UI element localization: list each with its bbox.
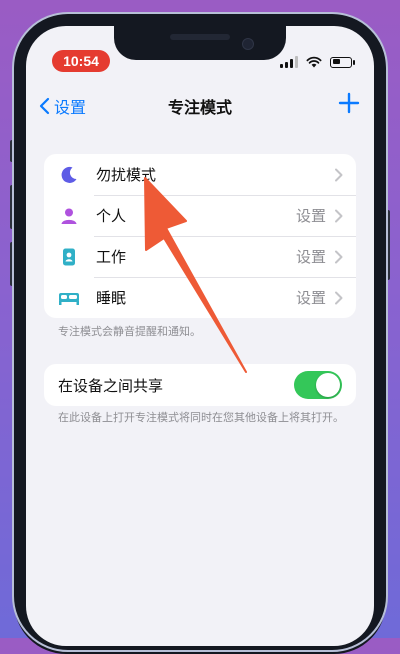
status-indicators [280, 54, 355, 70]
navigation-bar: 设置 专注模式 [26, 86, 374, 126]
cellular-signal-icon [280, 56, 298, 68]
chevron-right-icon [335, 168, 343, 181]
speaker-grille [170, 34, 230, 40]
share-toggle[interactable] [294, 371, 342, 399]
status-time[interactable]: 10:54 [52, 50, 110, 72]
notch [114, 26, 286, 60]
chevron-right-icon [335, 291, 343, 304]
focus-mode-personal[interactable]: 个人 设置 [44, 195, 356, 236]
focus-mode-do-not-disturb[interactable]: 勿扰模式 [44, 154, 356, 195]
chevron-right-icon [335, 250, 343, 263]
add-focus-button[interactable] [334, 88, 364, 118]
focus-mode-value: 设置 [295, 289, 326, 307]
focus-mode-label: 勿扰模式 [96, 166, 157, 184]
phone-screen: 10:54 设置 专注模式 勿扰模式 个人 设置 工作 设置 睡眠 设置 专注模… [26, 26, 374, 646]
share-across-devices-group: 在设备之间共享 [44, 364, 356, 406]
toggle-knob [316, 373, 340, 397]
front-camera-icon [242, 38, 254, 50]
id-badge-icon [58, 246, 80, 268]
person-icon [58, 205, 80, 227]
focus-mode-work[interactable]: 工作 设置 [44, 236, 356, 277]
battery-icon [330, 56, 355, 68]
bed-icon [58, 287, 80, 309]
focus-mode-label: 睡眠 [96, 289, 127, 307]
moon-icon [58, 164, 80, 186]
focus-mode-label: 个人 [96, 207, 127, 225]
focus-footnote: 专注模式会静音提醒和通知。 [58, 325, 201, 338]
focus-mode-value: 设置 [295, 207, 326, 225]
focus-mode-value: 设置 [295, 248, 326, 266]
power-button [386, 210, 390, 280]
focus-modes-list: 勿扰模式 个人 设置 工作 设置 睡眠 设置 [44, 154, 356, 318]
focus-mode-label: 工作 [96, 248, 127, 266]
chevron-right-icon [335, 209, 343, 222]
focus-mode-sleep[interactable]: 睡眠 设置 [44, 277, 356, 318]
page-title: 专注模式 [167, 98, 232, 117]
wifi-icon [306, 56, 322, 68]
share-footnote: 在此设备上打开专注模式将同时在您其他设备上将其打开。 [58, 411, 344, 424]
